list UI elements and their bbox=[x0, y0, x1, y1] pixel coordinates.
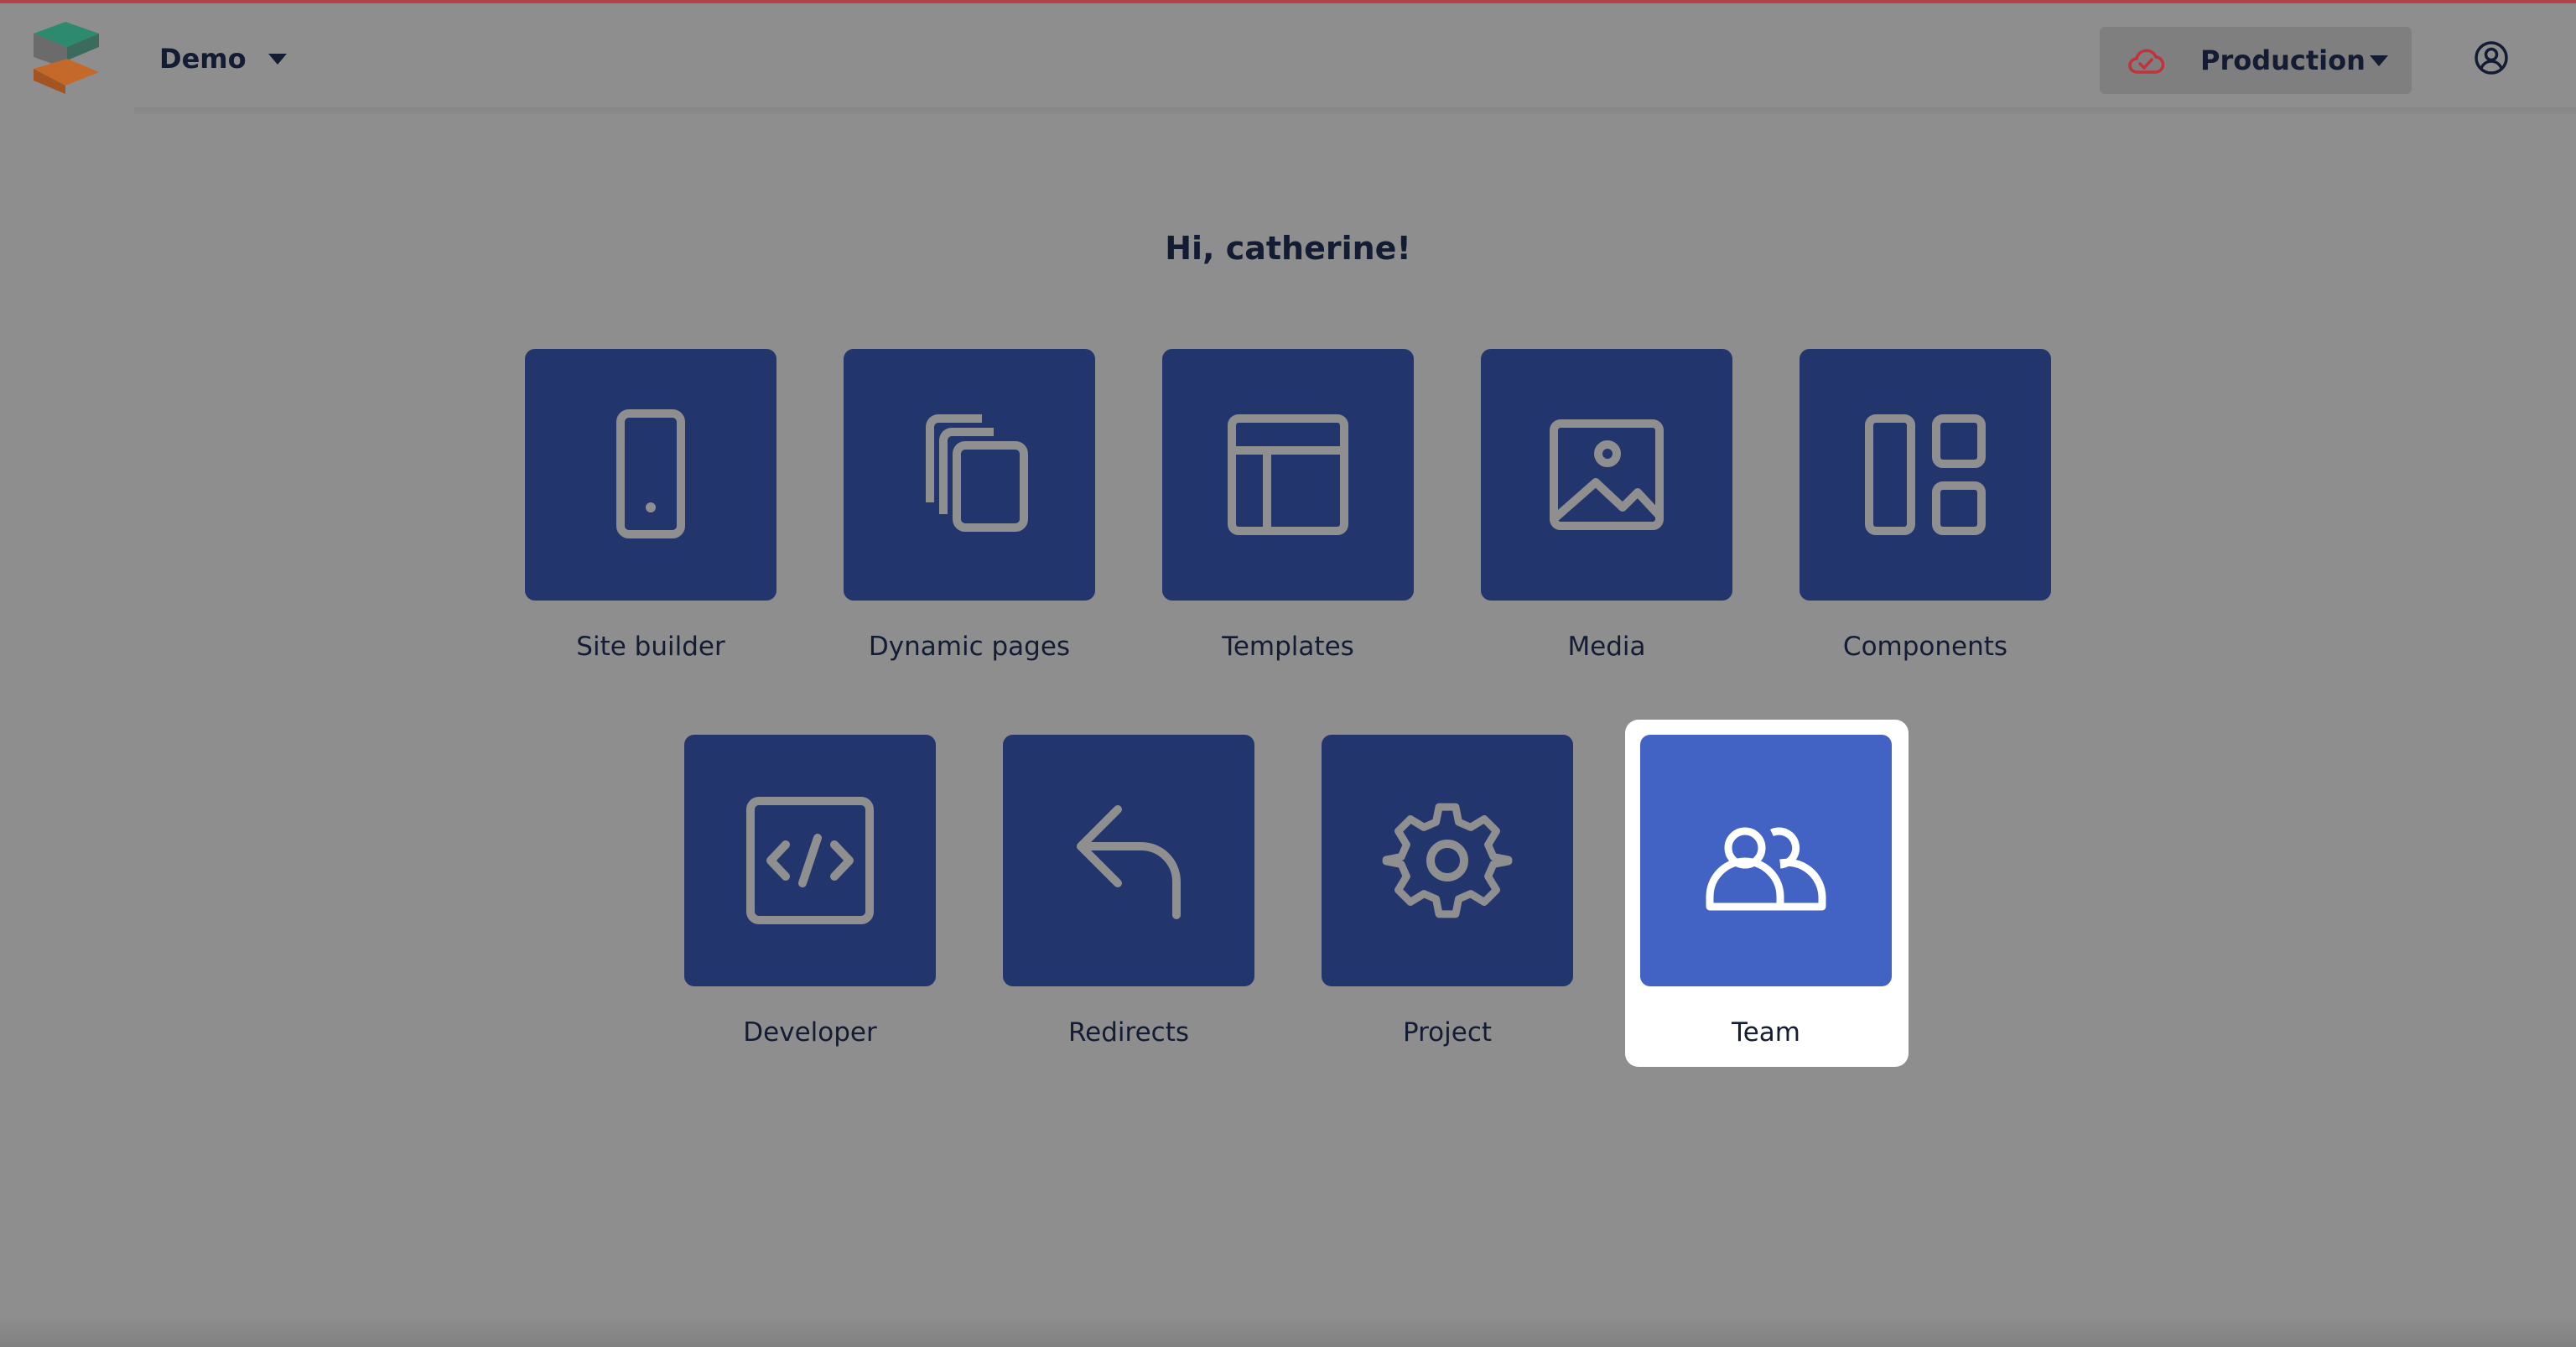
app-header: Demo Production bbox=[0, 3, 2576, 107]
tile-developer-box[interactable] bbox=[684, 735, 936, 986]
tile-redirects[interactable]: Redirects bbox=[1003, 735, 1254, 1050]
tile-label: Site builder bbox=[576, 632, 725, 662]
tile-label: Dynamic pages bbox=[868, 632, 1071, 662]
tile-media-box[interactable] bbox=[1481, 349, 1732, 601]
tile-project[interactable]: Project bbox=[1322, 735, 1573, 1050]
tile-components-box[interactable] bbox=[1800, 349, 2051, 601]
user-account-icon[interactable] bbox=[2474, 40, 2509, 75]
tile-label: Team bbox=[1732, 1017, 1800, 1048]
mobile-icon bbox=[616, 409, 685, 538]
tile-site-builder-box[interactable] bbox=[525, 349, 776, 601]
header-shadow bbox=[134, 107, 2576, 116]
tile-label: Developer bbox=[743, 1017, 877, 1048]
page-greeting: Hi, catherine! bbox=[1165, 230, 1411, 267]
code-icon bbox=[746, 797, 874, 924]
tile-label: Project bbox=[1402, 1017, 1493, 1048]
chevron-down-icon bbox=[2370, 55, 2388, 66]
components-icon bbox=[1865, 414, 1986, 535]
gear-icon bbox=[1382, 803, 1513, 918]
tile-components[interactable]: Components bbox=[1800, 349, 2051, 664]
tile-label: Templates bbox=[1222, 632, 1354, 662]
tile-dynamic-pages[interactable]: Dynamic pages bbox=[844, 349, 1095, 664]
bottom-shadow bbox=[0, 1317, 2576, 1347]
tile-templates[interactable]: Templates bbox=[1162, 349, 1414, 664]
tile-developer[interactable]: Developer bbox=[684, 735, 936, 1050]
tile-label: Media bbox=[1567, 632, 1646, 662]
app-logo-icon[interactable] bbox=[32, 22, 102, 94]
tile-label: Redirects bbox=[1068, 1017, 1189, 1048]
tile-site-builder[interactable]: Site builder bbox=[525, 349, 776, 664]
tile-media[interactable]: Media bbox=[1481, 349, 1732, 664]
chevron-down-icon bbox=[267, 53, 287, 65]
project-selector[interactable]: Demo bbox=[159, 37, 287, 81]
tile-templates-box[interactable] bbox=[1162, 349, 1414, 601]
stacked-pages-icon bbox=[926, 414, 1028, 532]
tile-redirects-box[interactable] bbox=[1003, 735, 1254, 986]
team-icon bbox=[1706, 827, 1826, 911]
redirect-arrow-icon bbox=[1077, 805, 1181, 919]
tile-label: Components bbox=[1842, 632, 2008, 662]
environment-selector[interactable]: Production bbox=[2100, 27, 2412, 94]
tile-team-box[interactable] bbox=[1640, 735, 1892, 986]
cloud-check-icon bbox=[2128, 49, 2165, 74]
environment-name: Production bbox=[2200, 44, 2366, 76]
tile-dynamic-pages-box[interactable] bbox=[844, 349, 1095, 601]
project-name: Demo bbox=[159, 43, 247, 75]
layout-icon bbox=[1228, 414, 1348, 535]
image-icon bbox=[1550, 419, 1664, 530]
tile-project-box[interactable] bbox=[1322, 735, 1573, 986]
tile-team[interactable]: Team bbox=[1640, 735, 1892, 1050]
